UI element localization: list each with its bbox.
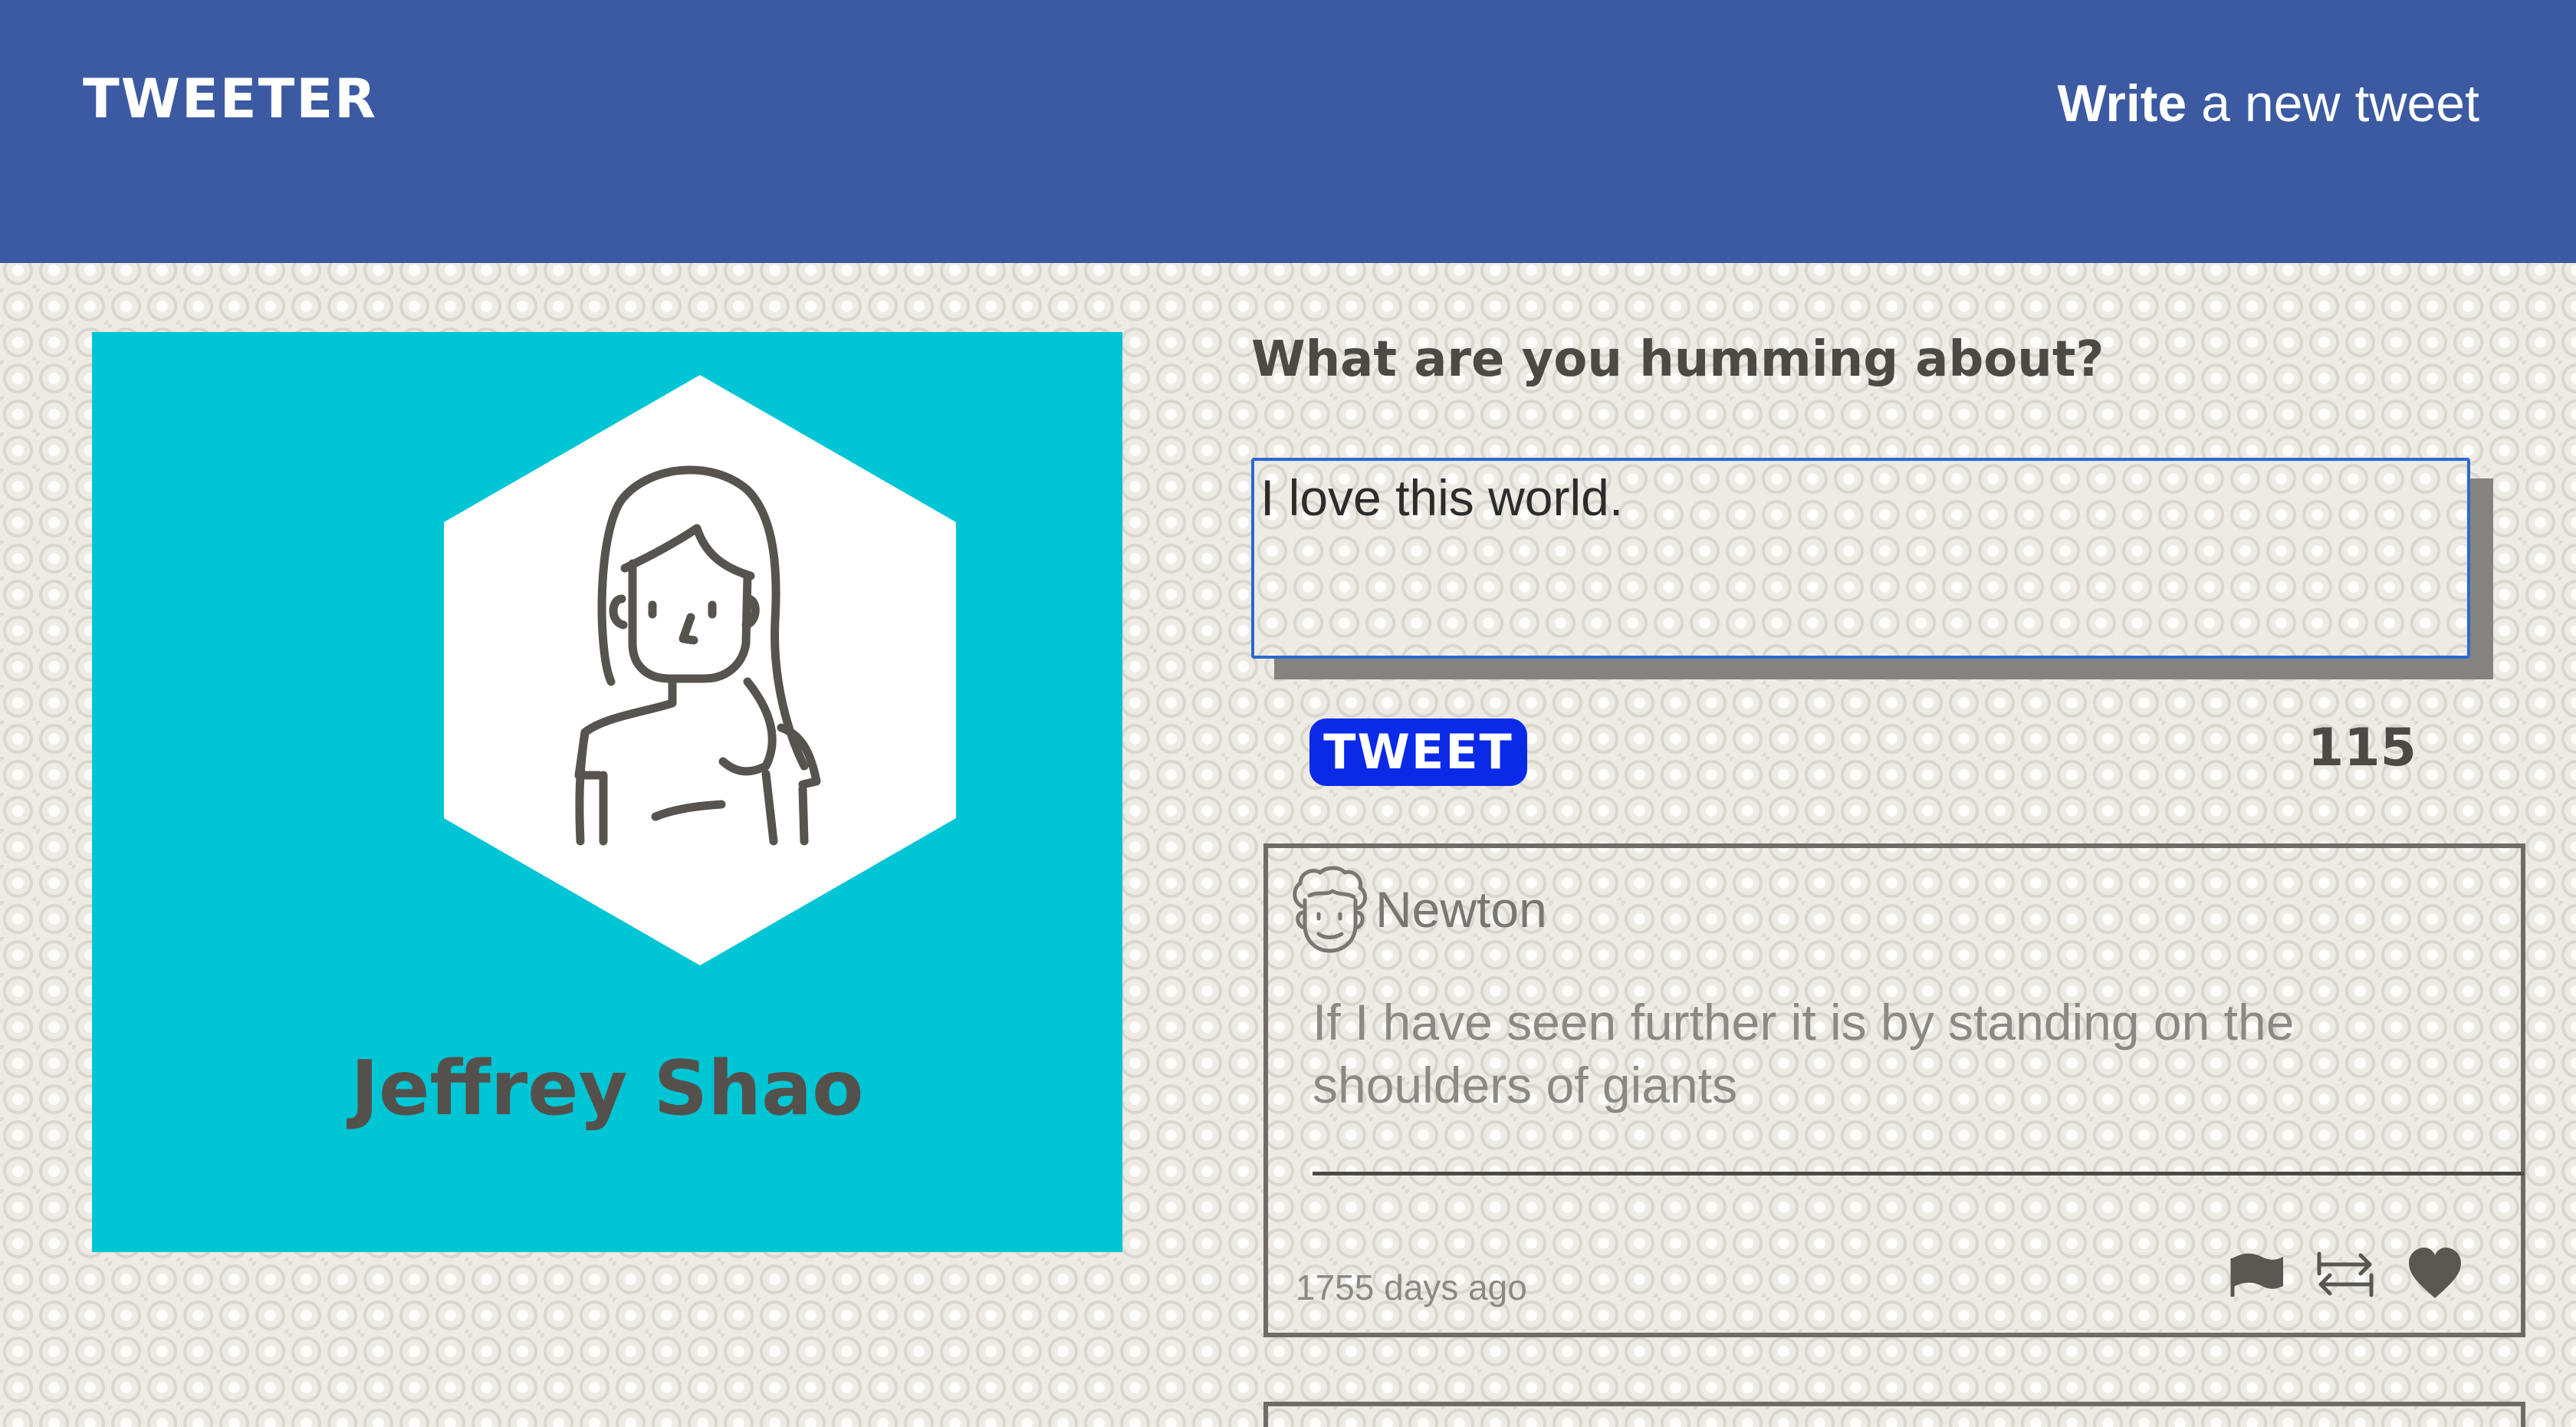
woman-avatar-icon [444,375,956,965]
flag-icon[interactable] [2226,1243,2288,1304]
tweet-card [1263,1402,2525,1427]
profile-name: Jeffrey Shao [350,1045,864,1133]
compose-question: What are you humming about? [1251,331,2104,388]
tweet-text: If I have seen further it is by standing… [1313,994,2295,1113]
profile-card: Jeffrey Shao [92,332,1122,1252]
heart-icon[interactable] [2404,1243,2466,1304]
top-bar: TWEETER Write a new tweet [0,0,2576,263]
tweet-card: Newton If I have seen further it is by s… [1263,843,2525,1337]
tweet-input[interactable] [1251,458,2470,659]
compose-link-rest: a new tweet [2187,74,2479,133]
tweet-author: Newton [1375,881,1547,938]
write-new-tweet-link[interactable]: Write a new tweet [2057,74,2479,133]
man-avatar-icon [1293,866,1367,953]
tweet-button[interactable]: TWEET [1309,718,1527,786]
brand-logo[interactable]: TWEETER [83,67,377,130]
retweet-icon[interactable] [2315,1243,2376,1304]
char-counter: 115 [2308,718,2417,778]
tweet-timestamp: 1755 days ago [1296,1268,1527,1307]
tweet-divider [1313,1172,2524,1175]
compose-link-bold: Write [2057,74,2187,133]
